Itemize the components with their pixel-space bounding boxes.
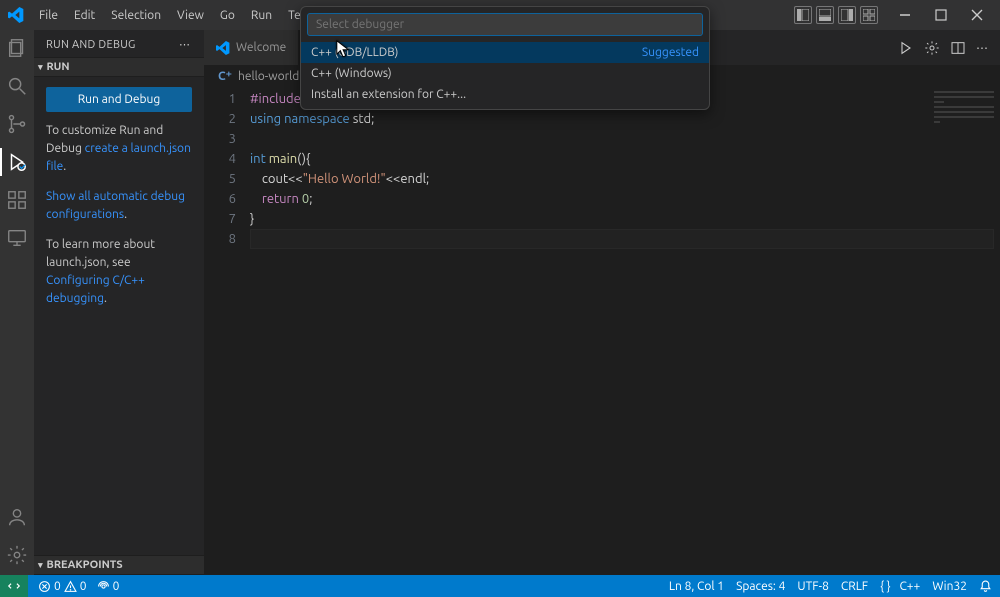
account-icon[interactable] (5, 505, 29, 529)
vscode-logo-icon (8, 7, 24, 23)
ports-status[interactable]: 0 (97, 580, 120, 593)
window-minimize[interactable] (890, 0, 920, 30)
search-icon[interactable] (5, 74, 29, 98)
run-and-debug-button[interactable]: Run and Debug (46, 87, 192, 112)
language-mode[interactable]: { } C++ (880, 580, 920, 593)
configuring-cpp-debug-link[interactable]: Configuring C/C++ debugging (46, 274, 145, 305)
quickpick-item-windows[interactable]: C++ (Windows) (301, 63, 709, 84)
sidebar-title: RUN AND DEBUG ⋯ (34, 30, 204, 57)
window-close[interactable] (962, 0, 992, 30)
auto-debug-hint: Show all automatic debug configurations. (46, 188, 192, 224)
learn-more-hint: To learn more about launch.json, see Con… (46, 236, 192, 308)
code-editor[interactable]: 1 2 3 4 5 6 7 8 #include<iostream> using… (204, 87, 1000, 251)
remote-indicator[interactable] (0, 575, 28, 597)
show-auto-debug-link[interactable]: Show all automatic debug configurations (46, 190, 185, 221)
quickpick-suggested-badge: Suggested (642, 46, 699, 59)
minimap[interactable] (920, 87, 1000, 575)
problems-status[interactable]: 0 0 (38, 580, 87, 593)
status-bar: 0 0 0 Ln 8, Col 1 Spaces: 4 UTF-8 CRLF {… (0, 575, 1000, 597)
build-target[interactable]: Win32 (932, 580, 967, 593)
activity-bar (0, 30, 34, 575)
tab-label: Welcome (236, 41, 286, 54)
editor-group: Welcome C⁺ hello-world.cpp ⋯ C⁺ hello-wo… (204, 30, 1000, 575)
window-maximize[interactable] (926, 0, 956, 30)
notifications-bell-icon[interactable] (979, 580, 992, 593)
settings-gear-icon[interactable] (5, 543, 29, 567)
more-icon[interactable]: ⋯ (976, 41, 990, 55)
chevron-down-icon: ▸ (35, 65, 46, 70)
menu-view[interactable]: View (170, 5, 211, 26)
panel-right-icon[interactable] (838, 6, 856, 24)
more-icon[interactable]: ⋯ (179, 38, 192, 51)
run-debug-icon[interactable] (5, 150, 29, 174)
tab-welcome[interactable]: Welcome (204, 30, 299, 65)
vscode-icon (216, 41, 230, 55)
remote-explorer-icon[interactable] (5, 226, 29, 250)
run-and-debug-sidebar: RUN AND DEBUG ⋯ ▸ RUN Run and Debug To c… (34, 30, 204, 575)
customize-hint: To customize Run and Debug create a laun… (46, 122, 192, 176)
eol-status[interactable]: CRLF (841, 580, 868, 593)
menu-run[interactable]: Run (244, 5, 279, 26)
layout-controls (794, 6, 878, 24)
layout-grid-icon[interactable] (860, 6, 878, 24)
select-debugger-quickpick: C++ (GDB/LLDB) Suggested C++ (Windows) I… (300, 6, 710, 110)
chevron-down-icon: ▸ (35, 563, 46, 568)
cursor-position[interactable]: Ln 8, Col 1 (669, 580, 724, 593)
cpp-file-icon: C⁺ (218, 69, 232, 83)
split-editor-icon[interactable] (950, 40, 966, 56)
menu-selection[interactable]: Selection (104, 5, 168, 26)
quickpick-input[interactable] (307, 13, 703, 36)
run-play-icon[interactable] (898, 40, 914, 56)
menu-go[interactable]: Go (213, 5, 242, 26)
source-control-icon[interactable] (5, 112, 29, 136)
settings-gear-icon[interactable] (924, 40, 940, 56)
panel-bottom-icon[interactable] (816, 6, 834, 24)
breakpoints-section-header[interactable]: ▸ BREAKPOINTS (34, 555, 204, 575)
menu-edit[interactable]: Edit (67, 5, 102, 26)
indentation-status[interactable]: Spaces: 4 (736, 580, 785, 593)
code-lines[interactable]: #include<iostream> using namespace std; … (250, 89, 1000, 249)
run-section-header[interactable]: ▸ RUN (34, 57, 204, 77)
quickpick-item-install-extension[interactable]: Install an extension for C++... (301, 84, 709, 105)
explorer-icon[interactable] (5, 36, 29, 60)
panel-left-icon[interactable] (794, 6, 812, 24)
menu-file[interactable]: File (32, 5, 65, 26)
line-number-gutter: 1 2 3 4 5 6 7 8 (204, 89, 250, 249)
encoding-status[interactable]: UTF-8 (797, 580, 828, 593)
extensions-icon[interactable] (5, 188, 29, 212)
quickpick-item-gdb-lldb[interactable]: C++ (GDB/LLDB) Suggested (301, 42, 709, 63)
